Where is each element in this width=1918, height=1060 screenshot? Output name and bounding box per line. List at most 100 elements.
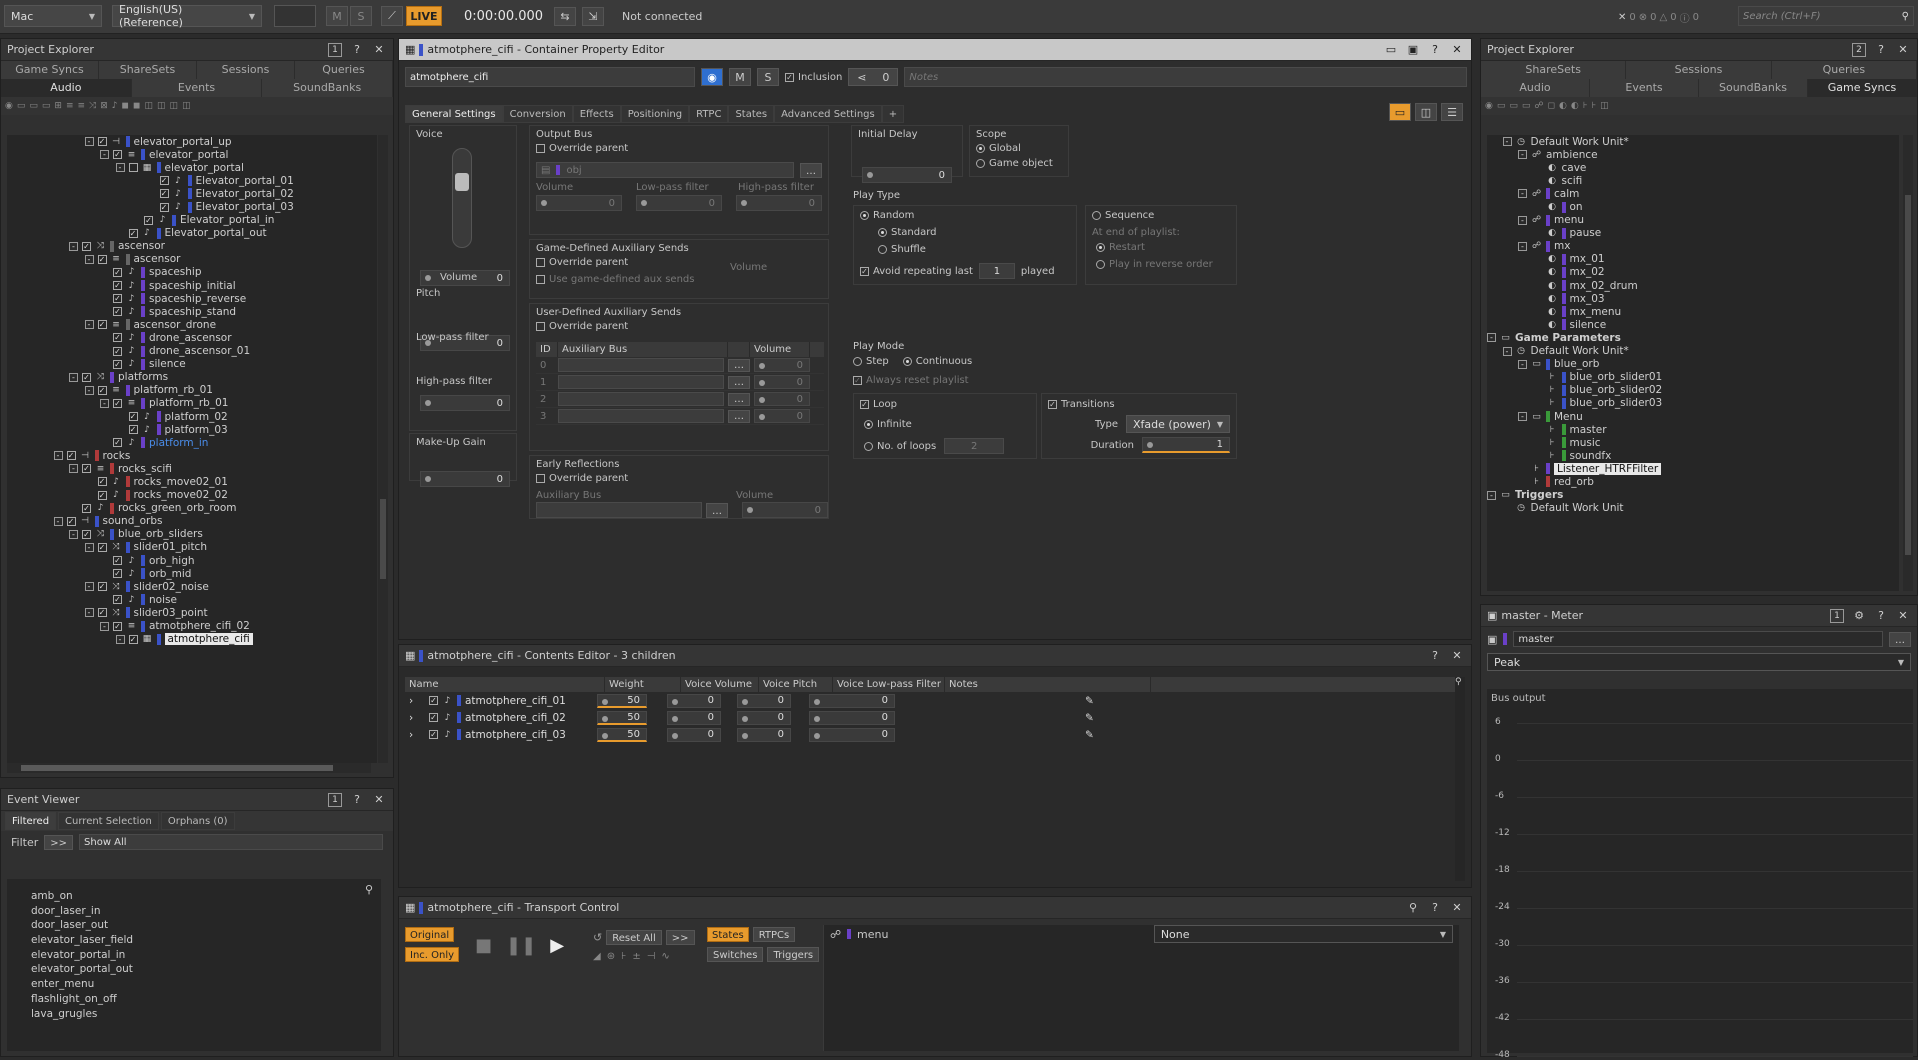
tree-node[interactable]: - ✓ ≡ platform_rb_01 (7, 397, 377, 410)
include-checkbox[interactable] (128, 163, 138, 173)
include-checkbox[interactable]: ✓ (82, 464, 91, 474)
expand-toggle-icon[interactable]: - (53, 451, 63, 461)
include-checkbox[interactable]: ✓ (159, 202, 169, 212)
tree-node[interactable]: - ▭ Game Parameters (1487, 331, 1899, 344)
expand-toggle-icon[interactable]: - (100, 150, 109, 160)
tree-node[interactable]: - ✓ ⤨ slider01_pitch (7, 541, 377, 554)
include-checkbox[interactable]: ✓ (97, 385, 107, 395)
tab-sessions[interactable]: Sessions (1626, 61, 1772, 79)
tab-advanced-settings[interactable]: Advanced Settings (774, 105, 882, 123)
browse-button[interactable]: … (706, 502, 728, 518)
early-ref-volume[interactable]: 0 (742, 502, 828, 518)
toolbar-icon[interactable]: ◼ (133, 101, 140, 111)
expand-toggle-icon[interactable]: - (1487, 490, 1496, 500)
aux-bus-input[interactable] (558, 409, 724, 423)
close-icon[interactable]: ✕ (1895, 42, 1911, 58)
edit-notes-icon[interactable]: ✎ (1085, 729, 1094, 741)
folder-open-icon[interactable]: ▭ (1383, 42, 1399, 58)
object-name-input[interactable]: atmotphere_cifi (405, 67, 695, 87)
tab-game-syncs[interactable]: Game Syncs (1808, 79, 1917, 97)
toolbar-icon[interactable]: ◐ (1559, 101, 1567, 111)
expand-toggle-icon[interactable]: - (100, 398, 109, 408)
include-checkbox[interactable]: ✓ (113, 307, 122, 317)
voice-volume-slider[interactable]: 0 (667, 693, 721, 708)
sync-group-icon[interactable]: 1 (327, 42, 343, 58)
toolbar-icon[interactable]: ◼ (122, 101, 129, 111)
shuffle-radio[interactable]: Shuffle (878, 244, 926, 255)
search-input[interactable]: Search (Ctrl+F) ⚲ (1738, 6, 1914, 26)
no-of-loops-radio[interactable]: No. of loops (864, 441, 936, 452)
bus-lpf-slider[interactable]: 0 (636, 195, 722, 211)
transitions-checkbox[interactable]: ✓ Transitions (1048, 399, 1115, 410)
reverse-radio[interactable]: Play in reverse order (1096, 259, 1213, 270)
tree-node[interactable]: ✓ ♪ drone_ascensor (7, 331, 377, 344)
stop-icon[interactable]: ■ (475, 935, 492, 956)
tree-node[interactable]: - ☍ mx (1487, 240, 1899, 253)
list-item[interactable]: flashlight_on_off (7, 992, 381, 1007)
include-checkbox[interactable]: ✓ (97, 490, 107, 500)
tree-node[interactable]: - ✓ ⊣ rocks (7, 449, 377, 462)
tree-node[interactable]: ◐ mx_02_drum (1487, 279, 1899, 292)
include-checkbox[interactable]: ✓ (113, 267, 122, 277)
aux-bus-input[interactable] (558, 392, 724, 406)
close-icon[interactable]: ✕ (371, 42, 387, 58)
expand-toggle-icon[interactable]: - (1518, 189, 1527, 199)
folder-icon[interactable]: ▭ (1522, 101, 1531, 111)
voice-lpf-slider[interactable]: 0 (809, 710, 895, 725)
tree-node[interactable]: ✓ ♪ rocks_move02_01 (7, 475, 377, 488)
tree-node[interactable]: ⊦ red_orb (1487, 475, 1899, 488)
include-checkbox[interactable]: ✓ (128, 412, 138, 422)
toolbar-icon[interactable]: ◉ (1485, 101, 1493, 111)
aux-volume-slider[interactable]: 0 (754, 392, 810, 406)
close-icon[interactable]: ✕ (1895, 608, 1911, 624)
toolbar-icon[interactable]: ◐ (1571, 101, 1579, 111)
tab-current-selection[interactable]: Current Selection (58, 812, 159, 830)
include-checkbox[interactable]: ✓ (128, 228, 138, 238)
layout-single-icon[interactable]: ▭ (1389, 103, 1411, 121)
tab-rtpc[interactable]: RTPC (689, 105, 729, 123)
tree-node[interactable]: - ✓ ≡ elevator_portal (7, 148, 377, 161)
tree-node[interactable]: ✓ ♪ silence (7, 358, 377, 371)
tree-node[interactable]: - ✓ ≡ platform_rb_01 (7, 384, 377, 397)
layout-split-icon[interactable]: ◫ (1415, 103, 1437, 121)
tree-node[interactable]: ◐ silence (1487, 318, 1899, 331)
browse-button[interactable]: … (1889, 631, 1911, 647)
include-checkbox[interactable]: ✓ (429, 696, 438, 705)
original-button[interactable]: Original (405, 927, 455, 942)
close-icon[interactable]: ✕ (1449, 648, 1465, 664)
tree-node[interactable]: ✓ ♪ platform_03 (7, 423, 377, 436)
override-parent-checkbox[interactable]: Override parent (536, 257, 628, 268)
share-button[interactable]: ⋖ 0 (848, 68, 899, 86)
tree-node[interactable]: ⊦ blue_orb_slider02 (1487, 384, 1899, 397)
tree-node[interactable]: ⊦ music (1487, 436, 1899, 449)
scope-global-radio[interactable]: Global (976, 143, 1021, 154)
tree-node[interactable]: - ◷ Default Work Unit* (1487, 135, 1899, 148)
expand-toggle-icon[interactable]: - (84, 320, 94, 330)
rtpcs-button[interactable]: RTPCs (752, 927, 796, 942)
tab-add[interactable]: + (881, 105, 905, 123)
voice-pitch-slider[interactable]: 0 (737, 693, 791, 708)
expand-toggle-icon[interactable]: - (1518, 150, 1527, 160)
include-checkbox[interactable]: ✓ (97, 320, 107, 330)
table-row[interactable]: › ✓ ♪ atmotphere_cifi_01 50 0 0 0 ✎ (405, 692, 1457, 709)
tree-node[interactable]: ◐ cave (1487, 161, 1899, 174)
transition-type-dropdown[interactable]: Xfade (power) ▼ (1126, 415, 1230, 433)
expand-toggle-icon[interactable]: - (100, 621, 109, 631)
tree-node[interactable]: - ▭ Triggers (1487, 489, 1899, 502)
duration-slider[interactable]: 1 (1142, 437, 1230, 453)
search-icon[interactable]: ⚲ (1455, 677, 1465, 687)
expand-toggle-icon[interactable]: - (1518, 241, 1527, 251)
include-checkbox[interactable]: ✓ (97, 137, 107, 147)
expand-toggle-icon[interactable]: - (1518, 412, 1527, 422)
scope-game-object-radio[interactable]: Game object (976, 158, 1053, 169)
include-checkbox[interactable]: ✓ (113, 621, 122, 631)
tree-node[interactable]: ◐ mx_02 (1487, 266, 1899, 279)
folder-icon[interactable]: ▭ (29, 101, 38, 111)
language-dropdown[interactable]: English(US) (Reference) ▼ (112, 3, 262, 29)
tree-node[interactable]: - ✓ ⊣ sound_orbs (7, 515, 377, 528)
override-parent-checkbox[interactable]: Override parent (536, 321, 628, 332)
random-radio[interactable]: Random (860, 210, 914, 221)
browse-button[interactable]: … (728, 358, 750, 372)
aux-volume-slider[interactable]: 0 (754, 375, 810, 389)
chevron-right-icon[interactable]: › (405, 695, 417, 707)
